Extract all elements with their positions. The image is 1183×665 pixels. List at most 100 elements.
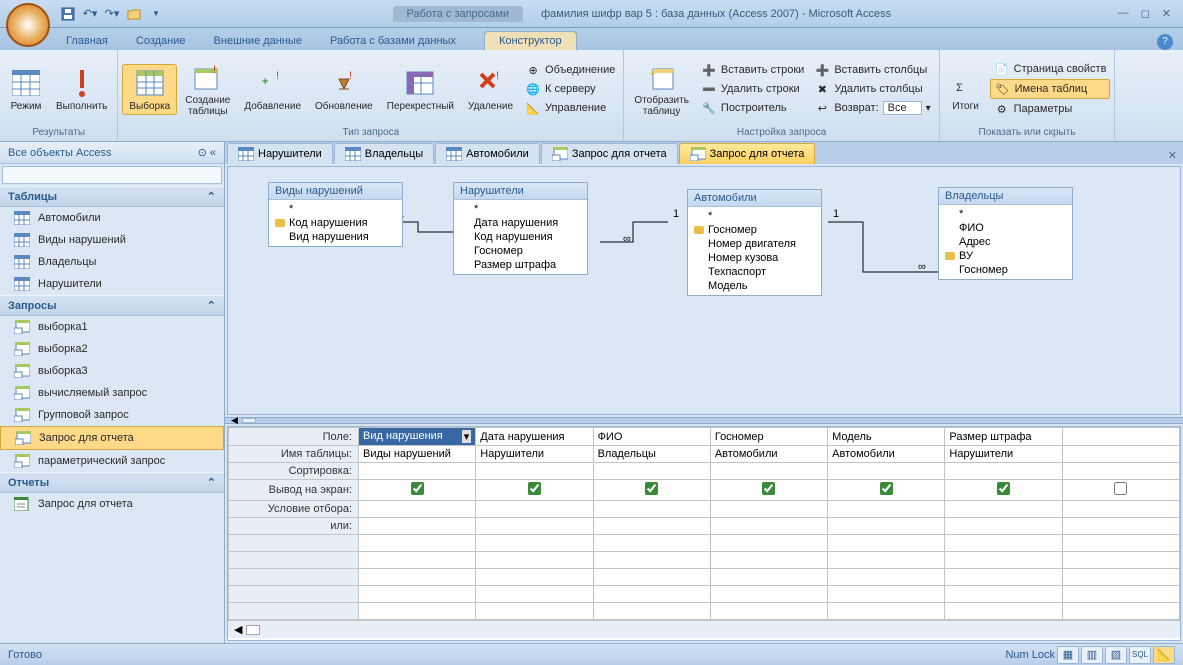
datasheet-view-button[interactable]: ▦ xyxy=(1057,646,1079,664)
save-icon[interactable] xyxy=(58,4,78,24)
insert-rows-button[interactable]: ➕Вставить строки xyxy=(697,61,808,79)
office-button[interactable] xyxy=(6,3,50,47)
qbe-cell[interactable] xyxy=(593,501,710,518)
maximize-button[interactable]: ◻ xyxy=(1141,7,1150,20)
doc-tab[interactable]: Нарушители xyxy=(227,143,333,164)
redo-icon[interactable]: ↷▾ xyxy=(102,4,122,24)
qbe-table-cell[interactable]: Нарушители xyxy=(476,446,593,463)
qbe-cell[interactable] xyxy=(476,463,593,480)
table-box-narushiteli[interactable]: Нарушители * Дата нарушения Код нарушени… xyxy=(453,182,588,275)
qbe-cell[interactable] xyxy=(1062,518,1179,535)
close-button[interactable]: ✕ xyxy=(1162,7,1171,20)
open-icon[interactable] xyxy=(124,4,144,24)
nav-search-input[interactable] xyxy=(2,166,222,184)
nav-item[interactable]: Нарушители xyxy=(0,273,224,295)
doc-tab[interactable]: Владельцы xyxy=(334,143,434,164)
return-dropdown[interactable]: ↩Возврат: Все▾ xyxy=(810,99,934,117)
qat-customize-icon[interactable]: ▼ xyxy=(146,4,166,24)
tab-create[interactable]: Создание xyxy=(122,32,200,50)
qbe-cell[interactable] xyxy=(359,518,476,535)
union-button[interactable]: ⊕Объединение xyxy=(521,61,619,79)
builder-button[interactable]: 🔧Построитель xyxy=(697,99,808,117)
nav-item[interactable]: выборка1 xyxy=(0,316,224,338)
qbe-field-cell[interactable] xyxy=(1062,428,1179,446)
append-button[interactable]: +! Добавление xyxy=(238,65,307,114)
qbe-table-cell[interactable] xyxy=(1062,446,1179,463)
qbe-cell[interactable] xyxy=(359,463,476,480)
nav-item[interactable]: Владельцы xyxy=(0,251,224,273)
nav-section-reports[interactable]: Отчеты⌃ xyxy=(0,472,224,493)
qbe-cell[interactable] xyxy=(593,463,710,480)
qbe-cell[interactable] xyxy=(1062,463,1179,480)
nav-item[interactable]: Групповой запрос xyxy=(0,404,224,426)
tab-dbtools[interactable]: Работа с базами данных xyxy=(316,32,470,50)
splitter[interactable]: ◀ xyxy=(225,417,1183,424)
qbe-cell[interactable] xyxy=(828,518,945,535)
help-button[interactable]: ? xyxy=(1157,34,1173,50)
qbe-show-cell[interactable] xyxy=(359,480,476,501)
show-table-button[interactable]: + Отобразить таблицу xyxy=(628,59,695,119)
diagram-pane[interactable]: 1 ∞ 1 1 ∞ Виды нарушений * Код нарушения… xyxy=(227,166,1181,415)
qbe-cell[interactable] xyxy=(945,518,1062,535)
delete-button[interactable]: ! Удаление xyxy=(462,65,519,114)
run-button[interactable]: Выполнить xyxy=(50,65,113,114)
tab-home[interactable]: Главная xyxy=(52,32,122,50)
qbe-field-cell[interactable]: Дата нарушения xyxy=(476,428,593,446)
nav-section-queries[interactable]: Запросы⌃ xyxy=(0,295,224,316)
qbe-cell[interactable] xyxy=(828,463,945,480)
qbe-table-cell[interactable]: Виды нарушений xyxy=(359,446,476,463)
qbe-table-cell[interactable]: Владельцы xyxy=(593,446,710,463)
qbe-cell[interactable] xyxy=(945,463,1062,480)
qbe-cell[interactable] xyxy=(710,463,827,480)
passthrough-button[interactable]: 🌐К серверу xyxy=(521,80,619,98)
nav-item[interactable]: Автомобили xyxy=(0,207,224,229)
qbe-table-cell[interactable]: Автомобили xyxy=(710,446,827,463)
table-box-avtomobili[interactable]: Автомобили * Госномер Номер двигателя Но… xyxy=(687,189,822,296)
qbe-cell[interactable] xyxy=(593,518,710,535)
nav-item[interactable]: выборка3 xyxy=(0,360,224,382)
data-def-button[interactable]: 📐Управление xyxy=(521,99,619,117)
qbe-field-cell[interactable]: Модель xyxy=(828,428,945,446)
nav-item[interactable]: параметрический запрос xyxy=(0,450,224,472)
qbe-show-cell[interactable] xyxy=(476,480,593,501)
qbe-cell[interactable] xyxy=(710,518,827,535)
qbe-cell[interactable] xyxy=(710,501,827,518)
qbe-table-cell[interactable]: Автомобили xyxy=(828,446,945,463)
tab-external[interactable]: Внешние данные xyxy=(200,32,316,50)
select-query-button[interactable]: Выборка xyxy=(122,64,177,115)
qbe-cell[interactable] xyxy=(476,518,593,535)
close-tab-button[interactable]: ✕ xyxy=(1162,147,1183,164)
doc-tab[interactable]: Автомобили xyxy=(435,143,540,164)
pivot-view-button[interactable]: ▥ xyxy=(1081,646,1103,664)
table-box-vladelcy[interactable]: Владельцы * ФИО Адрес ВУ Госномер xyxy=(938,187,1073,280)
qbe-show-cell[interactable] xyxy=(593,480,710,501)
delete-cols-button[interactable]: ✖Удалить столбцы xyxy=(810,80,934,98)
qbe-show-cell[interactable] xyxy=(828,480,945,501)
qbe-cell[interactable] xyxy=(476,501,593,518)
table-box-vidy[interactable]: Виды нарушений * Код нарушения Вид наруш… xyxy=(268,182,403,247)
qbe-show-cell[interactable] xyxy=(945,480,1062,501)
qbe-table-cell[interactable]: Нарушители xyxy=(945,446,1062,463)
minimize-button[interactable]: — xyxy=(1118,7,1129,20)
qbe-grid[interactable]: Поле:Вид нарушения ▾Дата нарушенияФИОГос… xyxy=(227,426,1181,641)
qbe-cell[interactable] xyxy=(828,501,945,518)
sql-view-button[interactable]: SQL xyxy=(1129,646,1151,664)
nav-item[interactable]: Виды нарушений xyxy=(0,229,224,251)
doc-tab[interactable]: Запрос для отчета xyxy=(679,143,816,164)
qbe-field-cell[interactable]: Госномер xyxy=(710,428,827,446)
tab-designer[interactable]: Конструктор xyxy=(484,31,577,50)
make-table-button[interactable]: ! Создание таблицы xyxy=(179,59,236,119)
nav-item[interactable]: вычисляемый запрос xyxy=(0,382,224,404)
update-button[interactable]: ! Обновление xyxy=(309,65,379,114)
parameters-button[interactable]: ⚙Параметры xyxy=(990,100,1111,118)
qbe-cell[interactable] xyxy=(945,501,1062,518)
undo-icon[interactable]: ↶▾ xyxy=(80,4,100,24)
qbe-field-cell[interactable]: Вид нарушения ▾ xyxy=(359,428,476,446)
qbe-cell[interactable] xyxy=(359,501,476,518)
insert-cols-button[interactable]: ➕Вставить столбцы xyxy=(810,61,934,79)
nav-item[interactable]: Запрос для отчета xyxy=(0,426,224,450)
qbe-cell[interactable] xyxy=(1062,501,1179,518)
property-sheet-button[interactable]: 📄Страница свойств xyxy=(990,60,1111,78)
nav-header[interactable]: Все объекты Access ⊙ « xyxy=(0,142,224,164)
design-view-button[interactable]: 📐 xyxy=(1153,646,1175,664)
